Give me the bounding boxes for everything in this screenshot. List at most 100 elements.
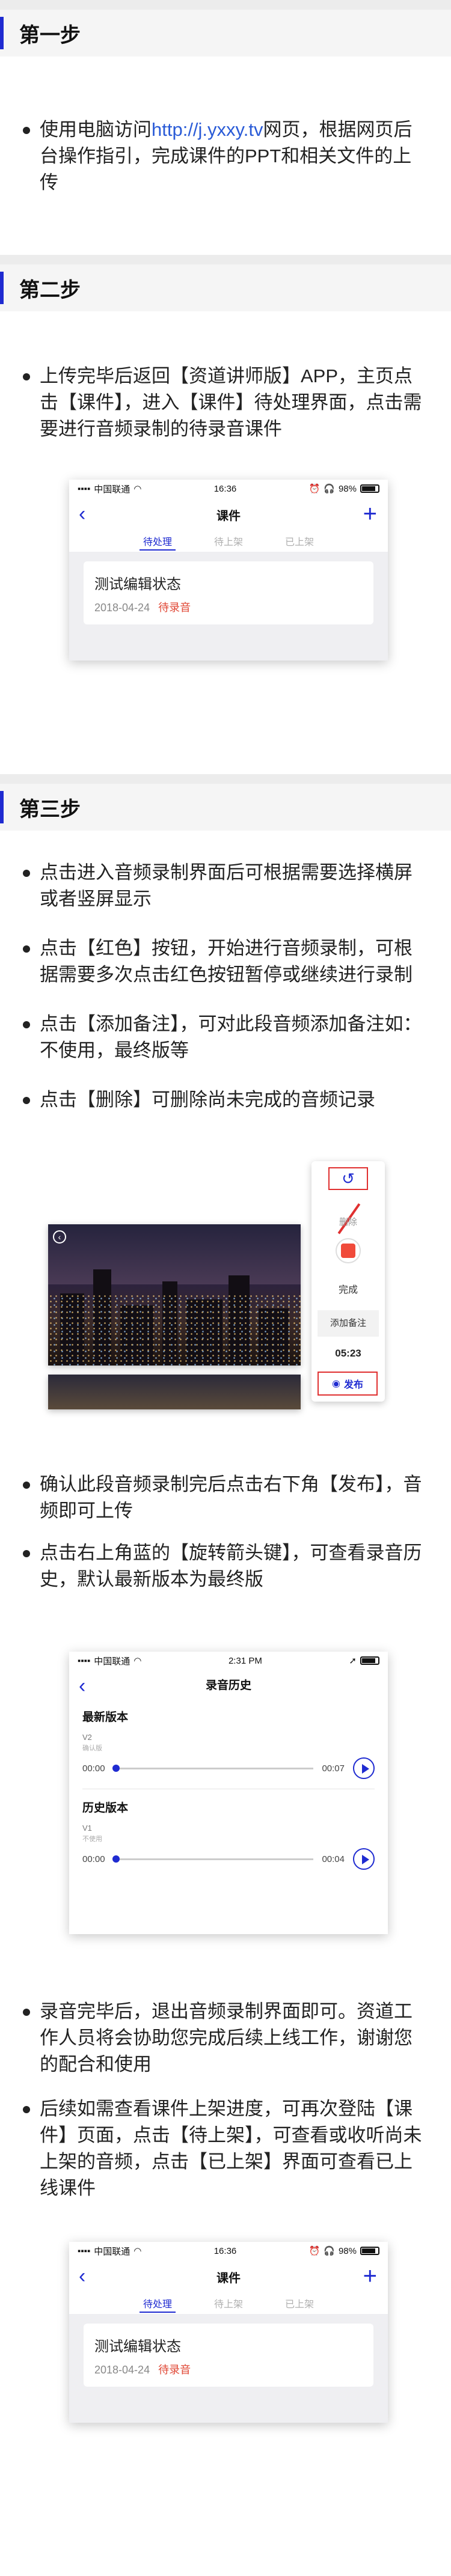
done-button[interactable]: 完成: [311, 1281, 385, 1296]
step-accent-bar: [0, 791, 4, 823]
tab-to-publish[interactable]: 待上架: [214, 2294, 243, 2314]
step3-bullet: 录音完毕后，退出音频录制界面即可。资道工作人员将会协助您完成后续上线工作，谢谢您…: [20, 1998, 427, 2078]
start-time: 00:00: [82, 1763, 105, 1774]
progress-track[interactable]: [112, 1764, 314, 1772]
status-bar: ▪▪▪▪ 中国联通 ◠ 2:31 PM ➚: [69, 1652, 388, 1670]
back-chevron-icon[interactable]: ‹: [79, 1676, 85, 1696]
course-date: 2018-04-24: [94, 602, 150, 614]
tab-bar: 待处理 待上架 已上架: [69, 531, 388, 552]
back-circle-icon[interactable]: ‹: [53, 1230, 66, 1244]
add-icon[interactable]: +: [363, 502, 377, 526]
progress-track[interactable]: [112, 1855, 314, 1863]
step3-bullets-b: 确认此段音频录制完后点击右下角【发布】，音频即可上传 点击右上角蓝的【旋转箭头键…: [0, 1471, 451, 1593]
end-time: 00:04: [322, 1854, 345, 1864]
audio-player: 00:00 00:07: [82, 1757, 375, 1779]
clock-label: 16:36: [213, 2245, 237, 2256]
nav-bar: ‹ 课件 +: [69, 2260, 388, 2294]
course-meta: 2018-04-24 待录音: [94, 2361, 363, 2377]
step1-content: 使用电脑访问http://j.yxxy.tv网页，根据网页后台操作指引，完成课件…: [0, 56, 451, 255]
nav-bar: ‹ 录音历史: [69, 1670, 388, 1699]
eye-icon: ◉: [332, 1379, 340, 1389]
nav-title: 录音历史: [205, 1679, 251, 1692]
tab-to-publish[interactable]: 待上架: [214, 531, 243, 552]
recorder-screenshot: ‹ ↺ 删除 完成 添加备注 05:23 ◉ 发布: [48, 1161, 385, 1444]
battery-icon: [360, 2247, 379, 2255]
step3-title: 第三步: [19, 798, 81, 821]
step3-bullet: 点击【删除】可删除尚未完成的音频记录: [20, 1087, 427, 1113]
version-note: 确认版: [82, 1745, 102, 1752]
course-card[interactable]: 测试编辑状态 2018-04-24 待录音: [84, 561, 373, 624]
publish-label: 发布: [343, 1380, 363, 1390]
step2-title: 第二步: [19, 278, 81, 302]
step3-header: 第三步: [0, 784, 451, 831]
recording-history-screenshot: ▪▪▪▪ 中国联通 ◠ 2:31 PM ➚ ‹ 录音历史 最新版本 V2 确认版 0…: [69, 1652, 388, 1934]
course-status: 待录音: [158, 602, 191, 614]
clock-label: 2:31 PM: [228, 1655, 262, 1666]
tab-published[interactable]: 已上架: [285, 2294, 314, 2314]
back-chevron-icon[interactable]: ‹: [79, 504, 85, 524]
headphone-icon: 🎧: [324, 484, 335, 494]
version-note: 不使用: [82, 1836, 102, 1843]
course-title: 测试编辑状态: [94, 2339, 181, 2355]
course-meta: 2018-04-24 待录音: [94, 599, 363, 615]
back-chevron-icon[interactable]: ‹: [79, 2266, 85, 2286]
status-bar: ▪▪▪▪ 中国联通 ◠ 16:36 ⏰ 🎧 98%: [69, 2242, 388, 2260]
wifi-icon: ◠: [133, 1656, 142, 1666]
headphone-icon: 🎧: [324, 2246, 335, 2256]
course-card[interactable]: 测试编辑状态 2018-04-24 待录音: [84, 2324, 373, 2387]
clock-label: 16:36: [213, 483, 237, 494]
location-icon: ➚: [349, 1656, 357, 1666]
add-note-button[interactable]: 添加备注: [318, 1310, 379, 1337]
step2-bullet: 上传完毕后返回【资道讲师版】APP，主页点击【课件】，进入【课件】待处理界面，点…: [20, 363, 427, 442]
tab-pending[interactable]: 待处理: [139, 2294, 176, 2314]
step3-bullet: 点击【添加备注】，可对此段音频添加备注如：不使用，最终版等: [20, 1011, 427, 1064]
section-gap: [0, 0, 451, 10]
course-list: 测试编辑状态 2018-04-24 待录音: [69, 2314, 388, 2423]
carrier-label: 中国联通: [94, 484, 130, 495]
end-time: 00:07: [322, 1763, 345, 1774]
course-list: 测试编辑状态 2018-04-24 待录音: [69, 552, 388, 661]
section-gap: [0, 255, 451, 264]
start-time: 00:00: [82, 1854, 105, 1864]
play-icon[interactable]: [353, 1757, 375, 1779]
nav-bar: ‹ 课件 +: [69, 498, 388, 531]
alarm-icon: ⏰: [308, 2246, 321, 2256]
step1-header: 第一步: [0, 10, 451, 56]
version-label: V1: [82, 1824, 92, 1833]
step-accent-bar: [0, 272, 4, 304]
publish-button[interactable]: ◉ 发布: [318, 1372, 378, 1396]
video-preview: ‹: [48, 1224, 301, 1366]
history-rotate-icon[interactable]: ↺: [328, 1167, 368, 1190]
step-accent-bar: [0, 17, 4, 49]
wifi-icon: ◠: [133, 2246, 142, 2256]
nav-title: 课件: [216, 2271, 241, 2285]
battery-label: 98%: [338, 2245, 357, 2256]
tab-published[interactable]: 已上架: [285, 531, 314, 552]
play-icon[interactable]: [353, 1848, 375, 1870]
tab-pending[interactable]: 待处理: [139, 531, 176, 552]
video-sky: [48, 1224, 301, 1284]
signal-icon: ▪▪▪▪: [78, 483, 91, 494]
alarm-icon: ⏰: [308, 484, 321, 494]
step3-bullets-c: 录音完毕后，退出音频录制界面即可。资道工作人员将会协助您完成后续上线工作，谢谢您…: [0, 1998, 451, 2202]
latest-version-section: 最新版本 V2 确认版 00:00 00:07: [69, 1699, 388, 1789]
delete-button[interactable]: 删除: [311, 1215, 385, 1228]
video-thumbnail-strip: [48, 1375, 301, 1409]
record-button[interactable]: [336, 1238, 361, 1263]
section-gap: [0, 774, 451, 784]
carrier-label: 中国联通: [94, 1656, 130, 1667]
site-link[interactable]: http://j.yxxy.tv: [152, 119, 263, 140]
step3-bullet: 点击进入音频录制界面后可根据需要选择横屏或者竖屏显示: [20, 859, 427, 912]
step1-bullet: 使用电脑访问http://j.yxxy.tv网页，根据网页后台操作指引，完成课件…: [20, 117, 427, 196]
battery-icon: [360, 1656, 379, 1665]
step3-bullets-a: 点击进入音频录制界面后可根据需要选择横屏或者竖屏显示 点击【红色】按钮，开始进行…: [0, 859, 451, 1113]
course-title: 测试编辑状态: [94, 576, 181, 593]
add-icon[interactable]: +: [363, 2264, 377, 2288]
latest-version-title: 最新版本: [82, 1711, 129, 1724]
nav-title: 课件: [216, 509, 241, 523]
tab-bar: 待处理 待上架 已上架: [69, 2294, 388, 2314]
carrier-label: 中国联通: [94, 2246, 130, 2257]
status-bar: ▪▪▪▪ 中国联通 ◠ 16:36 ⏰ 🎧 98%: [69, 480, 388, 498]
step3-bullet: 点击【红色】按钮，开始进行音频录制，可根据需要多次点击红色按钮暂停或继续进行录制: [20, 935, 427, 988]
battery-icon: [360, 484, 379, 493]
